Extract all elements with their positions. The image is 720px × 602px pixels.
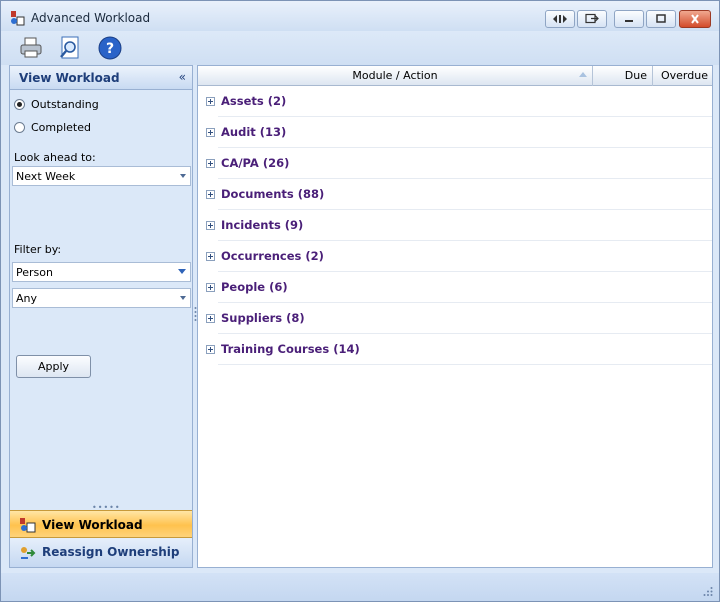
sort-ascending-icon: [579, 72, 587, 77]
nav-label: View Workload: [42, 518, 143, 532]
nav-label: Reassign Ownership: [42, 545, 180, 559]
close-icon: [691, 14, 699, 24]
radio-completed[interactable]: Completed: [14, 119, 91, 135]
row-divider: [218, 364, 712, 365]
row-label: Documents (88): [221, 187, 325, 201]
expand-icon[interactable]: [206, 283, 215, 292]
table-row[interactable]: Incidents (9): [198, 210, 712, 241]
column-header-module[interactable]: Module / Action: [198, 66, 593, 86]
minimize-button[interactable]: [614, 10, 644, 28]
app-icon: [10, 10, 26, 26]
table-row[interactable]: Audit (13): [198, 117, 712, 148]
reassign-icon: [19, 544, 37, 560]
row-label: CA/PA (26): [221, 156, 290, 170]
radio-button-checked[interactable]: [14, 98, 25, 110]
expand-icon[interactable]: [206, 97, 215, 106]
row-label: Suppliers (8): [221, 311, 305, 325]
panel-title: View Workload: [19, 71, 120, 85]
close-button[interactable]: [679, 10, 711, 28]
table-row[interactable]: Suppliers (8): [198, 303, 712, 334]
resize-grip-icon[interactable]: [703, 585, 713, 596]
column-header-due[interactable]: Due: [593, 66, 653, 86]
look-ahead-value: Next Week: [16, 170, 76, 183]
detach-icon: [585, 13, 599, 24]
chevron-down-icon: [180, 174, 186, 178]
preview-button[interactable]: [57, 35, 83, 61]
table-row[interactable]: Occurrences (2): [198, 241, 712, 272]
title-bar: Advanced Workload: [1, 1, 719, 31]
app-window: Advanced Workload ? View Workload « Outs…: [0, 0, 720, 602]
expand-icon[interactable]: [206, 314, 215, 323]
preview-icon: [60, 36, 79, 59]
panel-header: View Workload «: [10, 66, 192, 90]
minimize-icon: [625, 20, 633, 22]
filter-type-select[interactable]: Person: [12, 262, 191, 282]
expand-icon[interactable]: [206, 252, 215, 261]
apply-button[interactable]: Apply: [16, 355, 91, 378]
radio-label: Outstanding: [31, 97, 99, 111]
row-label: Incidents (9): [221, 218, 304, 232]
workload-icon: [19, 517, 37, 533]
arrows-icon: [553, 15, 567, 23]
workload-grid: Module / Action Due Overdue Assets (2) A…: [197, 65, 713, 568]
table-row[interactable]: Assets (2): [198, 86, 712, 117]
print-button[interactable]: [18, 35, 44, 61]
nav-view-workload[interactable]: View Workload: [10, 510, 192, 538]
view-workload-panel: View Workload « Outstanding Completed Lo…: [9, 65, 193, 568]
radio-outstanding[interactable]: Outstanding: [14, 96, 99, 112]
table-row[interactable]: People (6): [198, 272, 712, 303]
filter-value-select[interactable]: Any: [12, 288, 191, 308]
window-title: Advanced Workload: [31, 11, 151, 25]
status-bar: [1, 573, 719, 601]
restore-layout-button[interactable]: [545, 10, 575, 28]
help-button[interactable]: ?: [97, 35, 123, 61]
look-ahead-select[interactable]: Next Week: [12, 166, 191, 186]
printer-icon: [20, 37, 42, 58]
grid-header: Module / Action Due Overdue: [198, 66, 712, 86]
maximize-button[interactable]: [646, 10, 676, 28]
row-label: People (6): [221, 280, 288, 294]
column-header-overdue[interactable]: Overdue: [653, 66, 712, 86]
collapse-panel-button[interactable]: «: [179, 70, 186, 84]
row-label: Assets (2): [221, 94, 287, 108]
table-row[interactable]: CA/PA (26): [198, 148, 712, 179]
expand-icon[interactable]: [206, 345, 215, 354]
row-label: Occurrences (2): [221, 249, 324, 263]
radio-button[interactable]: [14, 121, 25, 133]
expand-icon[interactable]: [206, 128, 215, 137]
row-label: Training Courses (14): [221, 342, 360, 356]
look-ahead-label: Look ahead to:: [14, 151, 96, 164]
nav-reassign-ownership[interactable]: Reassign Ownership: [10, 538, 192, 567]
toolbar: ?: [1, 31, 719, 65]
expand-icon[interactable]: [206, 190, 215, 199]
filter-value: Any: [16, 292, 38, 305]
help-icon: ?: [98, 36, 122, 60]
expand-icon[interactable]: [206, 159, 215, 168]
expand-icon[interactable]: [206, 221, 215, 230]
chevron-down-icon: [180, 296, 186, 300]
detach-button[interactable]: [577, 10, 607, 28]
radio-label: Completed: [31, 120, 91, 134]
filter-type-value: Person: [16, 266, 53, 279]
svg-text:?: ?: [106, 41, 114, 57]
table-row[interactable]: Documents (88): [198, 179, 712, 210]
row-label: Audit (13): [221, 125, 287, 139]
maximize-icon: [656, 14, 666, 23]
filter-by-label: Filter by:: [14, 243, 62, 256]
table-row[interactable]: Training Courses (14): [198, 334, 712, 365]
chevron-down-icon: [178, 269, 186, 274]
